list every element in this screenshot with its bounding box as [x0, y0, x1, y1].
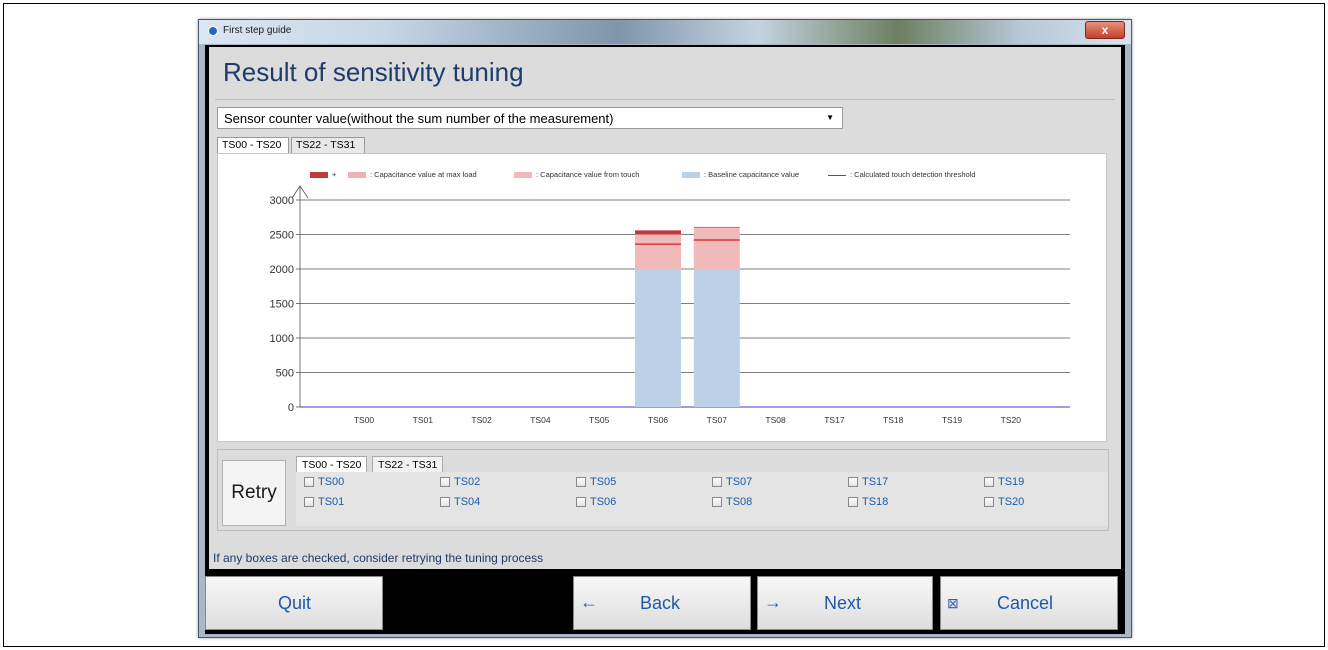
checkbox-box[interactable]	[440, 497, 450, 508]
cancel-button[interactable]: ⊠ Cancel	[940, 576, 1118, 630]
checkbox-label: TS01	[318, 496, 345, 508]
bar-segment	[693, 227, 740, 269]
cancel-icon: ⊠	[947, 595, 959, 611]
checkbox-box[interactable]	[576, 497, 586, 508]
quit-button[interactable]: Quit	[205, 576, 383, 630]
retry-panel: Retry TS00 - TS20 TS22 - TS31 TS00 TS01 TS…	[217, 449, 1109, 531]
y-tick-label: 2000	[270, 264, 294, 276]
checkbox-box[interactable]	[440, 477, 450, 488]
bar-segment	[693, 269, 740, 407]
retry-button[interactable]: Retry	[222, 460, 286, 526]
y-tick-label: 500	[276, 368, 294, 380]
cancel-label: Cancel	[997, 593, 1054, 613]
content-panel: Result of sensitivity tuning Sensor coun…	[205, 47, 1121, 630]
select-value: Sensor counter value(without the sum num…	[224, 111, 614, 126]
bar-chart: 0 500 1000 1500 2000 2500 3000 TS00 TS01 TS02 TS04…	[270, 185, 1070, 425]
checkbox-label: TS19	[998, 476, 1025, 488]
checkbox-box[interactable]	[848, 497, 858, 508]
checkbox-ts04[interactable]: TS04	[440, 496, 480, 508]
checkbox-ts19[interactable]: TS19	[984, 476, 1024, 488]
x-tick-label: TS01	[413, 415, 434, 425]
back-button[interactable]: ← Back	[573, 576, 751, 630]
checkbox-ts20[interactable]: TS20	[984, 496, 1024, 508]
checkbox-box[interactable]	[984, 497, 994, 508]
guide-window: First step guide x Result of sensitivity…	[198, 19, 1132, 638]
x-tick-label: TS04	[530, 415, 551, 425]
x-tick-label: TS20	[1001, 415, 1022, 425]
checkbox-label: TS20	[998, 496, 1025, 508]
checkbox-label: TS07	[726, 476, 753, 488]
checkbox-label: TS08	[726, 496, 753, 508]
client-area: Result of sensitivity tuning Sensor coun…	[205, 45, 1125, 634]
checkbox-box[interactable]	[304, 477, 314, 488]
checkbox-label: TS02	[454, 476, 481, 488]
title-bar: First step guide x	[199, 20, 1131, 44]
title-divider	[215, 99, 1115, 100]
retry-tab-ts00-ts20[interactable]: TS00 - TS20	[296, 456, 368, 472]
checkbox-label: TS06	[590, 496, 617, 508]
app-icon	[208, 26, 218, 36]
checkbox-grid: TS00 TS01 TS02 TS04 TS05 TS06 TS07 TS08 TS17 TS18…	[296, 472, 1108, 526]
quit-label: Quit	[278, 593, 312, 613]
x-tick-label: TS08	[765, 415, 786, 425]
x-tick-label: TS18	[883, 415, 904, 425]
y-tick-label: 2500	[270, 230, 294, 242]
bar-segment	[693, 226, 740, 228]
next-label: Next	[824, 593, 862, 613]
bar-segment	[635, 234, 681, 269]
arrow-left-icon: ←	[580, 592, 598, 612]
checkbox-label: TS04	[454, 496, 481, 508]
checkbox-ts05[interactable]: TS05	[576, 476, 616, 488]
graph-type-select[interactable]: Sensor counter value(without the sum num…	[217, 107, 843, 129]
x-tick-label: TS06	[648, 415, 669, 425]
checkbox-ts17[interactable]: TS17	[848, 476, 888, 488]
y-tick-label: 1500	[270, 299, 294, 311]
checkbox-ts01[interactable]: TS01	[304, 496, 344, 508]
checkbox-box[interactable]	[712, 477, 722, 488]
window-title: First step guide	[223, 25, 292, 36]
checkbox-label: TS17	[862, 476, 889, 488]
tab-ts22-ts31[interactable]: TS22 - TS31	[291, 137, 365, 153]
chevron-down-icon: ▼	[826, 113, 834, 122]
chart-panel: + : Capacitance value at max load : Capa…	[217, 153, 1107, 442]
x-tick-label: TS17	[824, 415, 845, 425]
checkbox-box[interactable]	[576, 477, 586, 488]
checkbox-label: TS05	[590, 476, 617, 488]
checkbox-label: TS00	[318, 476, 345, 488]
back-label: Back	[640, 593, 681, 613]
checkbox-ts18[interactable]: TS18	[848, 496, 888, 508]
y-tick-label: 1000	[270, 333, 294, 345]
checkbox-ts06[interactable]: TS06	[576, 496, 616, 508]
tab-ts00-ts20[interactable]: TS00 - TS20	[217, 137, 289, 154]
x-tick-label: TS05	[589, 415, 610, 425]
x-tick-label: TS19	[942, 415, 963, 425]
x-tick-label: TS02	[471, 415, 492, 425]
close-button[interactable]: x	[1085, 21, 1125, 39]
checkbox-ts02[interactable]: TS02	[440, 476, 480, 488]
hint-text: If any boxes are checked, consider retry…	[213, 551, 544, 565]
bar-segment	[635, 269, 681, 407]
checkbox-ts00[interactable]: TS00	[304, 476, 344, 488]
checkbox-box[interactable]	[984, 477, 994, 488]
x-tick-label: TS07	[707, 415, 728, 425]
y-tick-label: 3000	[270, 195, 294, 207]
checkbox-box[interactable]	[304, 497, 314, 508]
checkbox-ts08[interactable]: TS08	[712, 496, 752, 508]
checkbox-ts07[interactable]: TS07	[712, 476, 752, 488]
y-tick-label: 0	[288, 402, 294, 414]
checkbox-box[interactable]	[848, 477, 858, 488]
next-button[interactable]: → Next	[757, 576, 933, 630]
checkbox-box[interactable]	[712, 497, 722, 508]
checkbox-label: TS18	[862, 496, 889, 508]
page-title: Result of sensitivity tuning	[223, 57, 524, 87]
bar-segment	[635, 230, 681, 235]
arrow-right-icon: →	[764, 592, 782, 612]
retry-tab-ts22-ts31[interactable]: TS22 - TS31	[372, 456, 444, 472]
x-tick-label: TS00	[354, 415, 375, 425]
